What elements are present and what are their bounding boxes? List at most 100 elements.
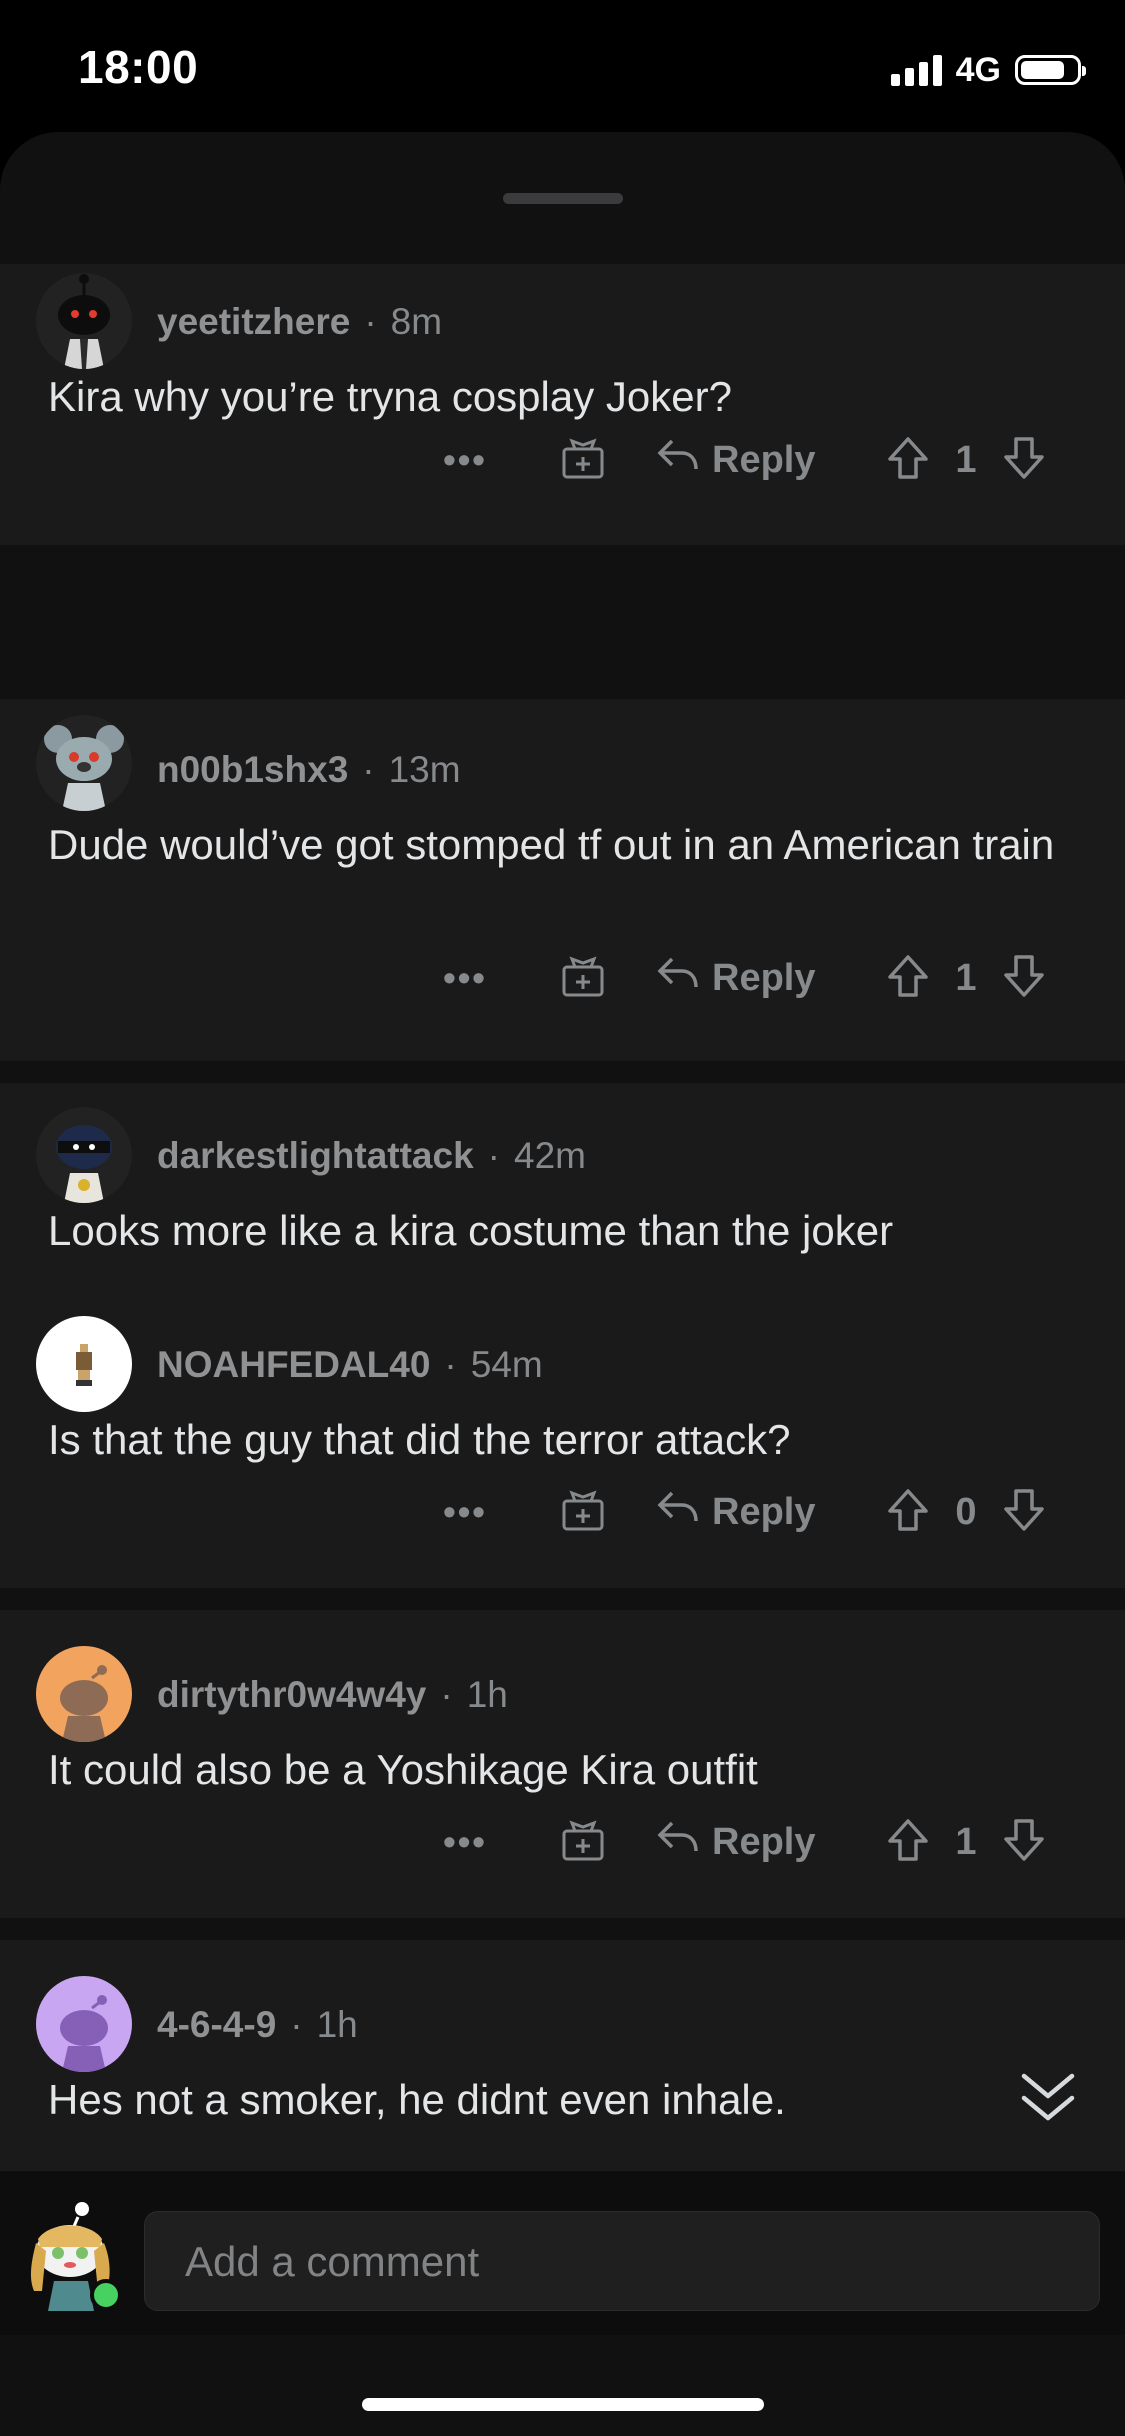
comment-card: 4-6-4-9 · 1h Hes not a smoker, he didnt ev… xyxy=(0,1940,1125,2170)
award-icon xyxy=(560,1817,606,1868)
reply-icon xyxy=(656,955,700,1001)
comment-actions: ••• Reply 0 xyxy=(0,1482,1125,1542)
comment-actions: ••• Reply 1 xyxy=(0,1812,1125,1872)
reply-label: Reply xyxy=(712,438,816,481)
default-snoo-purple-avatar[interactable] xyxy=(36,1976,132,2072)
status-bar: 18:00 4G xyxy=(0,0,1125,135)
vote-count: 1 xyxy=(955,956,977,999)
comment-meta: n00b1shx3 · 13m xyxy=(157,749,461,791)
vote-count: 0 xyxy=(955,1490,977,1533)
comment-text: Hes not a smoker, he didnt even inhale. xyxy=(48,2076,786,2123)
upvote-button[interactable] xyxy=(882,1482,934,1542)
comment-age: 8m xyxy=(390,301,443,342)
downvote-icon xyxy=(1000,952,1048,1005)
upvote-button[interactable] xyxy=(882,948,934,1008)
comment-actions: ••• Reply 1 xyxy=(0,430,1125,490)
more-button[interactable]: ••• xyxy=(440,948,490,1008)
snoo-koala-avatar[interactable] xyxy=(36,715,132,811)
status-icons: 4G xyxy=(890,48,1086,92)
upvote-icon xyxy=(884,1486,932,1539)
upvote-icon xyxy=(884,952,932,1005)
comment-meta: 4-6-4-9 · 1h xyxy=(157,2004,358,2046)
username[interactable]: NOAHFEDAL40 xyxy=(157,1344,430,1385)
comment-card: n00b1shx3 · 13m Dude would’ve got stomped … xyxy=(0,699,1125,1061)
jump-down-button[interactable] xyxy=(1010,2066,1086,2130)
upvote-button[interactable] xyxy=(882,1812,934,1872)
comment-text: Looks more like a kira costume than the … xyxy=(48,1207,894,1254)
comment-text: Kira why you’re tryna cosplay Joker? xyxy=(48,373,732,420)
username[interactable]: yeetitzhere xyxy=(157,301,350,342)
upvote-button[interactable] xyxy=(882,430,934,490)
meta-separator: · xyxy=(364,301,377,342)
meta-separator: · xyxy=(444,1344,457,1385)
reply-icon xyxy=(656,1819,700,1865)
comment-actions: ••• Reply 1 xyxy=(0,948,1125,1008)
reply-icon xyxy=(656,1489,700,1535)
comment-composer: Add a comment xyxy=(0,2170,1125,2335)
award-button[interactable] xyxy=(558,1482,608,1542)
username[interactable]: darkestlightattack xyxy=(157,1135,474,1176)
network-type: 4G xyxy=(955,50,1001,89)
reply-button[interactable]: Reply xyxy=(656,430,815,490)
award-button[interactable] xyxy=(558,1812,608,1872)
comment-meta: darkestlightattack · 42m xyxy=(157,1135,586,1177)
award-icon xyxy=(560,435,606,486)
downvote-button[interactable] xyxy=(998,948,1050,1008)
meta-separator: · xyxy=(487,1135,500,1176)
comment-age: 54m xyxy=(470,1344,543,1385)
sheet-grabber[interactable] xyxy=(503,193,623,204)
more-button[interactable]: ••• xyxy=(440,1812,490,1872)
default-snoo-orange-avatar[interactable] xyxy=(36,1646,132,1742)
username[interactable]: 4-6-4-9 xyxy=(157,2004,276,2045)
user-avatar[interactable] xyxy=(20,2199,130,2311)
downvote-icon xyxy=(1000,1816,1048,1869)
reply-label: Reply xyxy=(712,1490,816,1533)
battery-icon xyxy=(1015,55,1086,85)
online-indicator xyxy=(90,2279,122,2311)
username[interactable]: n00b1shx3 xyxy=(157,749,348,790)
comment-meta: yeetitzhere · 8m xyxy=(157,301,442,343)
comment-age: 1h xyxy=(466,1674,508,1715)
comment-age: 1h xyxy=(316,2004,358,2045)
comment-age: 42m xyxy=(514,1135,586,1176)
comment-text: Dude would’ve got stomped tf out in an A… xyxy=(48,821,1055,868)
snoo-dark-avatar[interactable] xyxy=(36,273,132,369)
add-comment-placeholder: Add a comment xyxy=(185,2238,480,2285)
comment-age: 13m xyxy=(388,749,461,790)
comment-card: NOAHFEDAL40 · 54m Is that the guy that did… xyxy=(0,1280,1125,1588)
award-button[interactable] xyxy=(558,430,608,490)
reply-icon xyxy=(656,437,700,483)
upvote-icon xyxy=(884,434,932,487)
status-time: 18:00 xyxy=(78,41,199,93)
award-button[interactable] xyxy=(558,948,608,1008)
home-indicator[interactable] xyxy=(362,2398,764,2411)
meta-separator: · xyxy=(290,2004,303,2045)
add-comment-input[interactable]: Add a comment xyxy=(144,2211,1100,2311)
snoo-ninja-avatar[interactable] xyxy=(36,1107,132,1203)
comment-card: darkestlightattack · 42m Looks more like a… xyxy=(0,1083,1125,1304)
reply-label: Reply xyxy=(712,956,816,999)
reply-button[interactable]: Reply xyxy=(656,948,815,1008)
downvote-icon xyxy=(1000,434,1048,487)
signal-icon xyxy=(890,54,942,86)
award-icon xyxy=(560,1487,606,1538)
downvote-button[interactable] xyxy=(998,1812,1050,1872)
username[interactable]: dirtythr0w4w4y xyxy=(157,1674,426,1715)
jump-down-icon xyxy=(1010,2073,1086,2134)
trophy-avatar[interactable] xyxy=(36,1316,132,1412)
reply-button[interactable]: Reply xyxy=(656,1482,815,1542)
more-button[interactable]: ••• xyxy=(440,430,490,490)
upvote-icon xyxy=(884,1816,932,1869)
meta-separator: · xyxy=(362,749,375,790)
comment-meta: dirtythr0w4w4y · 1h xyxy=(157,1674,508,1716)
comment-text: Is that the guy that did the terror atta… xyxy=(48,1416,791,1463)
comment-card: dirtythr0w4w4y · 1h It could also be a Yos… xyxy=(0,1610,1125,1918)
reply-button[interactable]: Reply xyxy=(656,1812,815,1872)
more-button[interactable]: ••• xyxy=(440,1482,490,1542)
comment-meta: NOAHFEDAL40 · 54m xyxy=(157,1344,543,1386)
award-icon xyxy=(560,953,606,1004)
downvote-button[interactable] xyxy=(998,430,1050,490)
downvote-button[interactable] xyxy=(998,1482,1050,1542)
comment-list: yeetitzhere · 8m Kira why you’re tryna cos… xyxy=(0,264,1125,1304)
comment-text: It could also be a Yoshikage Kira outfit xyxy=(48,1746,758,1793)
